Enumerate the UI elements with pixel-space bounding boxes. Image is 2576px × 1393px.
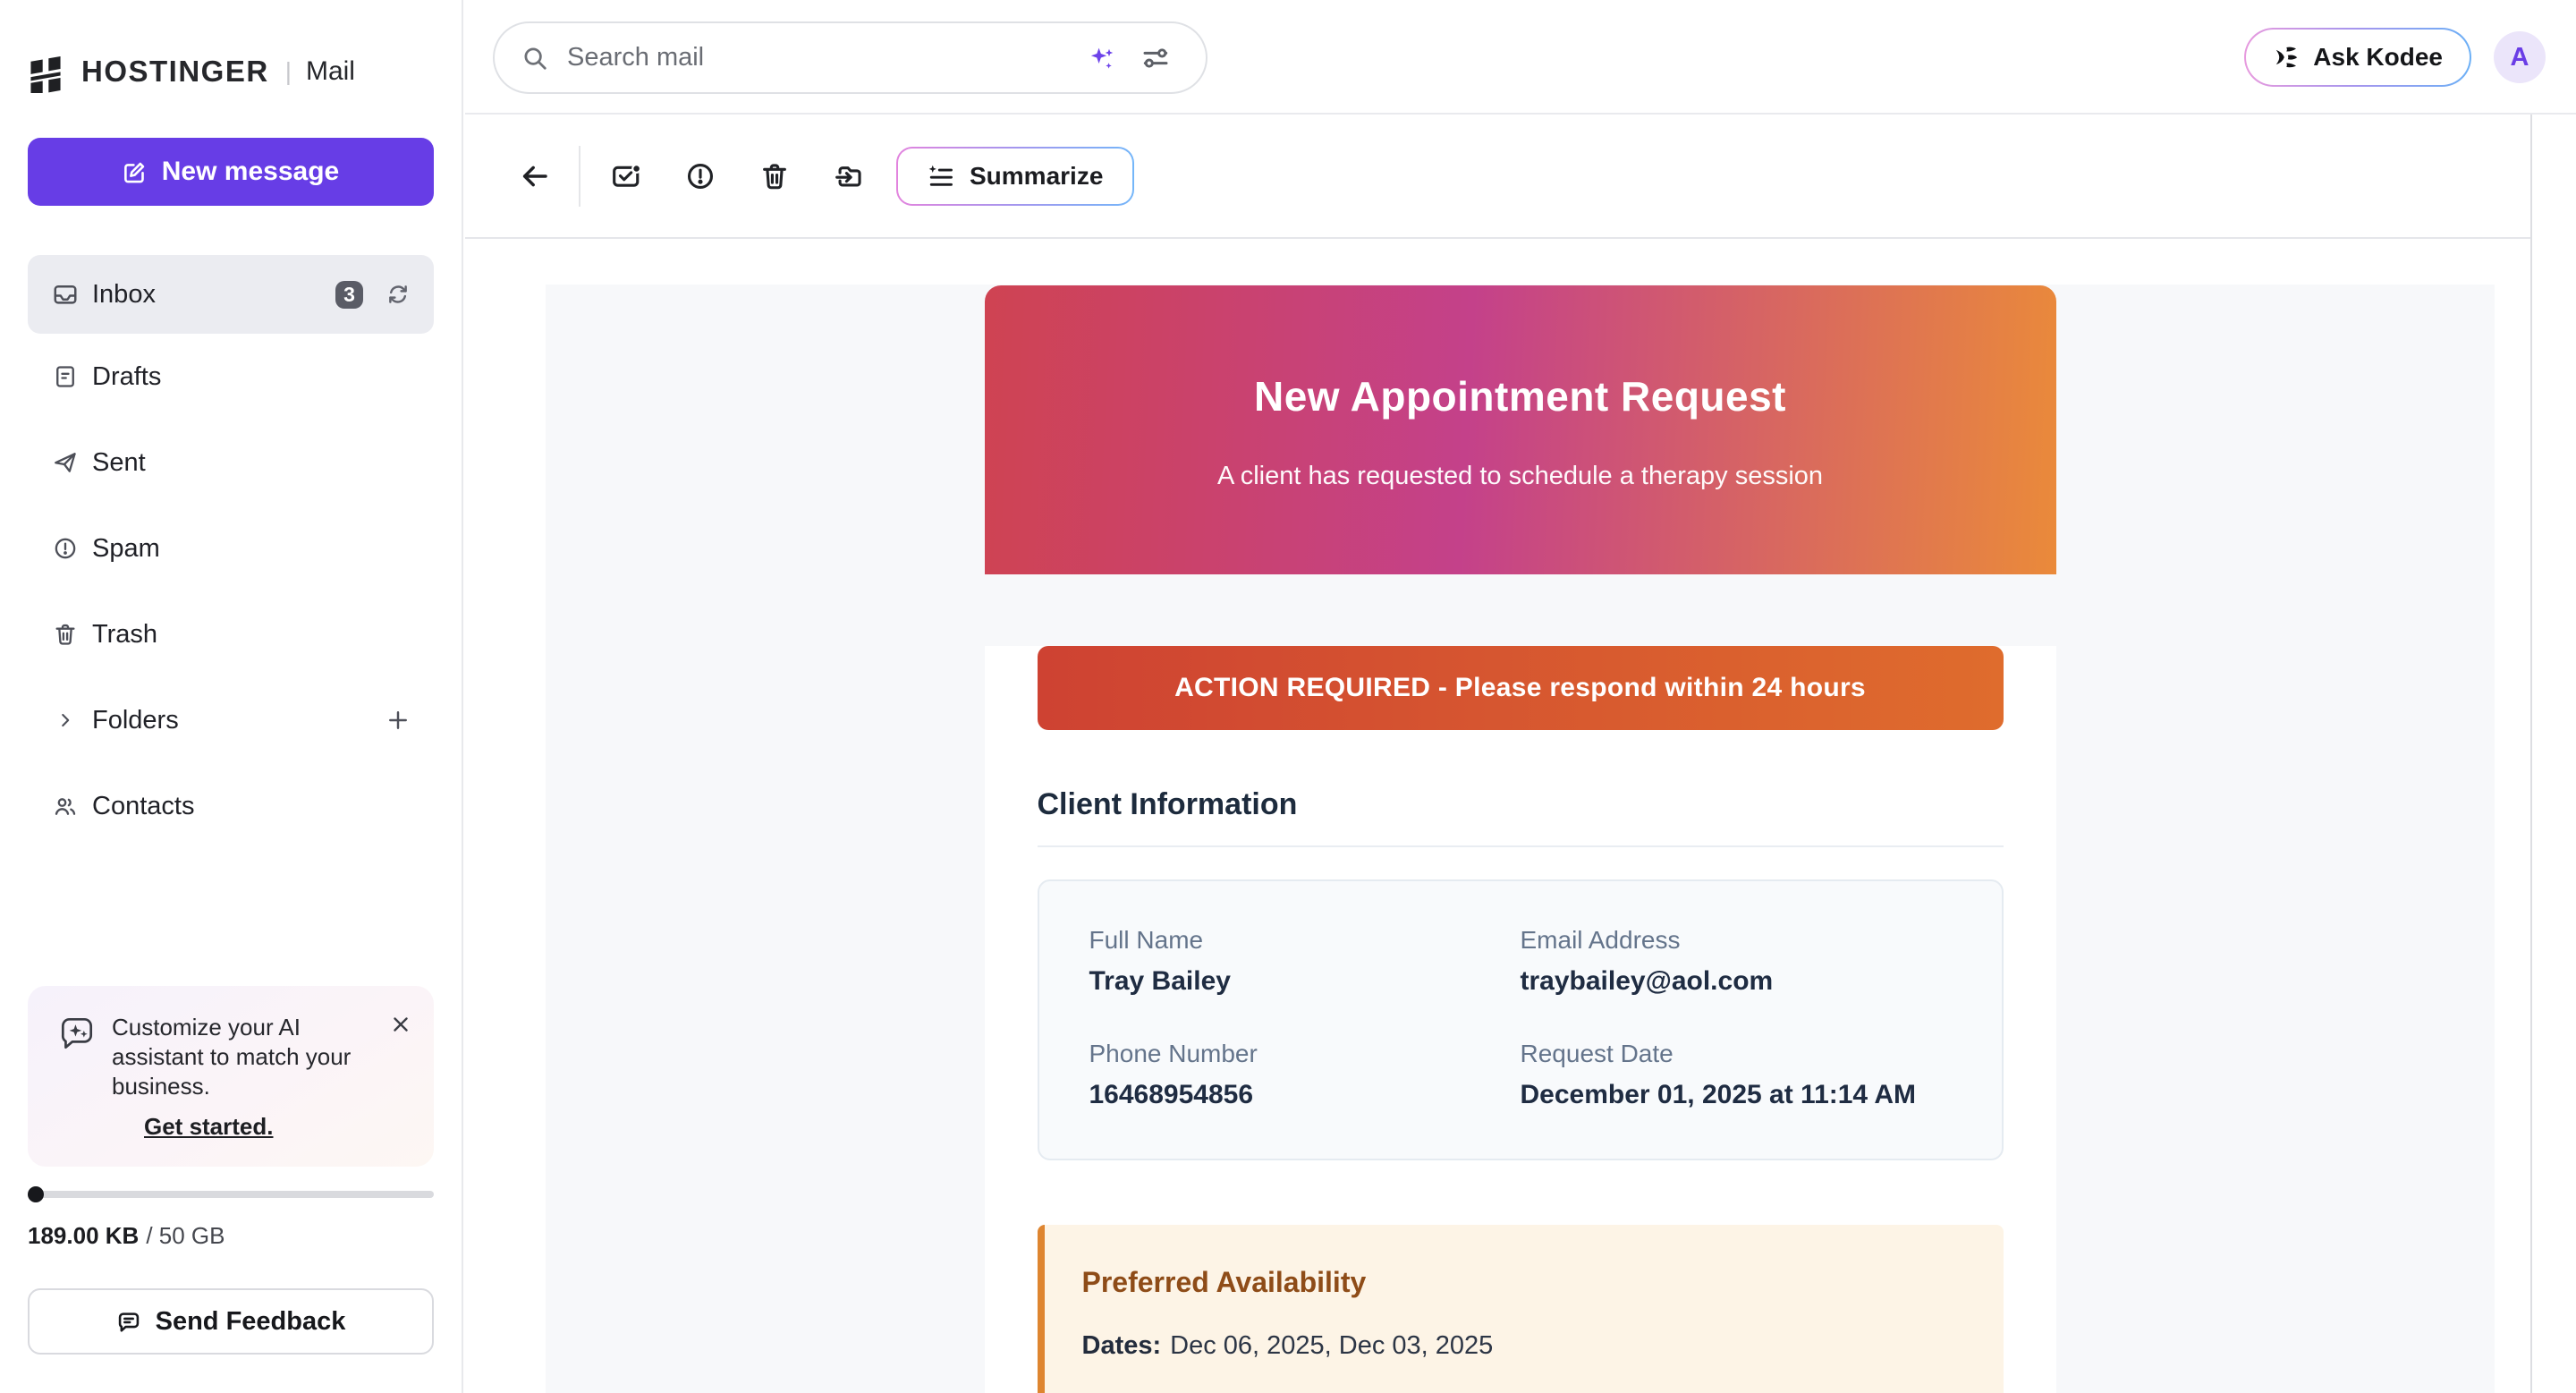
email-header-banner: New Appointment Request A client has req… — [985, 285, 2056, 574]
close-icon[interactable] — [389, 1013, 412, 1036]
dates-label: Dates: — [1082, 1331, 1162, 1360]
field-phone-number: Phone Number 16468954856 — [1089, 1040, 1521, 1110]
field-email-address: Email Address traybailey@aol.com — [1521, 926, 1952, 997]
new-message-label: New message — [162, 157, 339, 187]
feedback-icon — [116, 1309, 141, 1334]
drafts-icon — [52, 363, 79, 390]
mark-as-read-icon[interactable] — [611, 161, 641, 191]
sidebar-item-label: Spam — [92, 534, 160, 564]
dates-value: Dec 06, 2025, Dec 03, 2025 — [1170, 1331, 1493, 1360]
email-subtitle: A client has requested to schedule a the… — [985, 462, 2056, 491]
availability-dates: Dates: Dec 06, 2025, Dec 03, 2025 — [1082, 1331, 1959, 1361]
action-required-banner: ACTION REQUIRED - Please respond within … — [1038, 646, 2004, 730]
folder-nav: Inbox 3 Dra — [28, 255, 434, 849]
add-folder-icon[interactable] — [386, 708, 411, 733]
ai-search-sparkles-icon[interactable] — [1088, 44, 1116, 72]
field-label: Email Address — [1521, 926, 1952, 955]
sidebar-item-label: Folders — [92, 706, 179, 735]
field-label: Full Name — [1089, 926, 1521, 955]
storage-usage: 189.00 KB / 50 GB — [28, 1222, 225, 1250]
sidebar-item-label: Drafts — [92, 362, 161, 392]
client-info-card: Full Name Tray Bailey Email Address tray… — [1038, 879, 2004, 1160]
section-divider — [1038, 845, 2004, 847]
search-filters-icon[interactable] — [1141, 44, 1170, 72]
email-body: ACTION REQUIRED - Please respond within … — [985, 646, 2056, 1393]
compose-icon — [123, 160, 147, 184]
get-started-link[interactable]: Get started. — [144, 1113, 274, 1141]
sidebar-item-label: Inbox — [92, 280, 156, 310]
move-to-folder-icon[interactable] — [834, 161, 864, 191]
field-full-name: Full Name Tray Bailey — [1089, 926, 1521, 997]
send-feedback-button[interactable]: Send Feedback — [28, 1288, 434, 1355]
search-input[interactable] — [565, 42, 1071, 73]
sidebar-item-drafts[interactable]: Drafts — [28, 334, 434, 420]
contacts-icon — [52, 793, 79, 820]
field-label: Request Date — [1521, 1040, 1952, 1068]
top-bar: Ask Kodee A — [465, 0, 2576, 115]
refresh-icon[interactable] — [386, 282, 411, 307]
sidebar-item-spam[interactable]: Spam — [28, 505, 434, 591]
avatar-letter: A — [2511, 43, 2529, 72]
email-viewport: New Appointment Request A client has req… — [546, 285, 2495, 1393]
brand-separator: | — [285, 57, 292, 86]
new-message-button[interactable]: New message — [28, 138, 434, 206]
email-message: New Appointment Request A client has req… — [985, 285, 2056, 1393]
sidebar-item-inbox[interactable]: Inbox 3 — [28, 255, 434, 334]
message-toolbar: Summarize — [465, 115, 2530, 239]
kodee-icon — [2273, 44, 2300, 71]
storage-total: / 50 GB — [146, 1222, 225, 1249]
hostinger-mail-app: HOSTINGER | Mail New message — [0, 0, 2576, 1393]
unread-count-badge: 3 — [335, 281, 363, 309]
field-value: traybailey@aol.com — [1521, 966, 1952, 997]
ai-assistant-icon — [56, 1013, 97, 1054]
back-icon[interactable] — [519, 160, 551, 192]
ai-promo-text: Customize your AI assistant to match you… — [112, 1013, 382, 1101]
inbox-icon — [52, 281, 79, 308]
summarize-button[interactable]: Summarize — [896, 147, 1134, 206]
client-information-heading: Client Information — [1038, 787, 2004, 822]
account-avatar[interactable]: A — [2494, 31, 2546, 83]
sent-icon — [52, 449, 79, 476]
summarize-icon — [928, 163, 954, 190]
storage-progress-knob[interactable] — [28, 1186, 44, 1202]
send-feedback-label: Send Feedback — [156, 1307, 346, 1337]
field-value: December 01, 2025 at 11:14 AM — [1521, 1080, 1952, 1110]
sidebar-item-label: Contacts — [92, 792, 194, 821]
main-area: Ask Kodee A — [465, 0, 2576, 1393]
ai-assistant-promo-card: Customize your AI assistant to match you… — [28, 986, 434, 1167]
sidebar-item-label: Trash — [92, 620, 157, 650]
sidebar-item-contacts[interactable]: Contacts — [28, 763, 434, 849]
storage-progress-bar[interactable] — [28, 1191, 434, 1198]
availability-heading: Preferred Availability — [1082, 1266, 1959, 1299]
storage-used: 189.00 KB — [28, 1222, 139, 1249]
sidebar-item-trash[interactable]: Trash — [28, 591, 434, 677]
reading-pane: Summarize New Appointment Request A clie… — [465, 115, 2532, 1393]
report-spam-icon[interactable] — [685, 161, 716, 191]
ask-kodee-button[interactable]: Ask Kodee — [2244, 28, 2471, 87]
field-value: Tray Bailey — [1089, 966, 1521, 997]
chevron-right-icon — [52, 707, 79, 734]
field-value: 16468954856 — [1089, 1080, 1521, 1110]
spam-icon — [52, 535, 79, 562]
sidebar-item-folders[interactable]: Folders — [28, 677, 434, 763]
brand-product: Mail — [306, 56, 355, 87]
hostinger-logo-icon — [28, 50, 64, 93]
brand-name: HOSTINGER — [81, 55, 269, 89]
field-label: Phone Number — [1089, 1040, 1521, 1068]
preferred-availability-section: Preferred Availability Dates: Dec 06, 202… — [1038, 1225, 2004, 1393]
sidebar: HOSTINGER | Mail New message — [0, 0, 463, 1393]
search-bar[interactable] — [493, 21, 1208, 94]
field-request-date: Request Date December 01, 2025 at 11:14 … — [1521, 1040, 1952, 1110]
search-icon — [521, 45, 548, 72]
toolbar-divider — [579, 146, 580, 207]
delete-icon[interactable] — [759, 161, 790, 191]
sidebar-item-sent[interactable]: Sent — [28, 420, 434, 505]
trash-icon — [52, 621, 79, 648]
email-title: New Appointment Request — [985, 372, 2056, 420]
sidebar-item-label: Sent — [92, 448, 146, 478]
brand: HOSTINGER | Mail — [28, 50, 355, 93]
summarize-label: Summarize — [970, 162, 1103, 191]
ask-kodee-label: Ask Kodee — [2313, 43, 2443, 72]
